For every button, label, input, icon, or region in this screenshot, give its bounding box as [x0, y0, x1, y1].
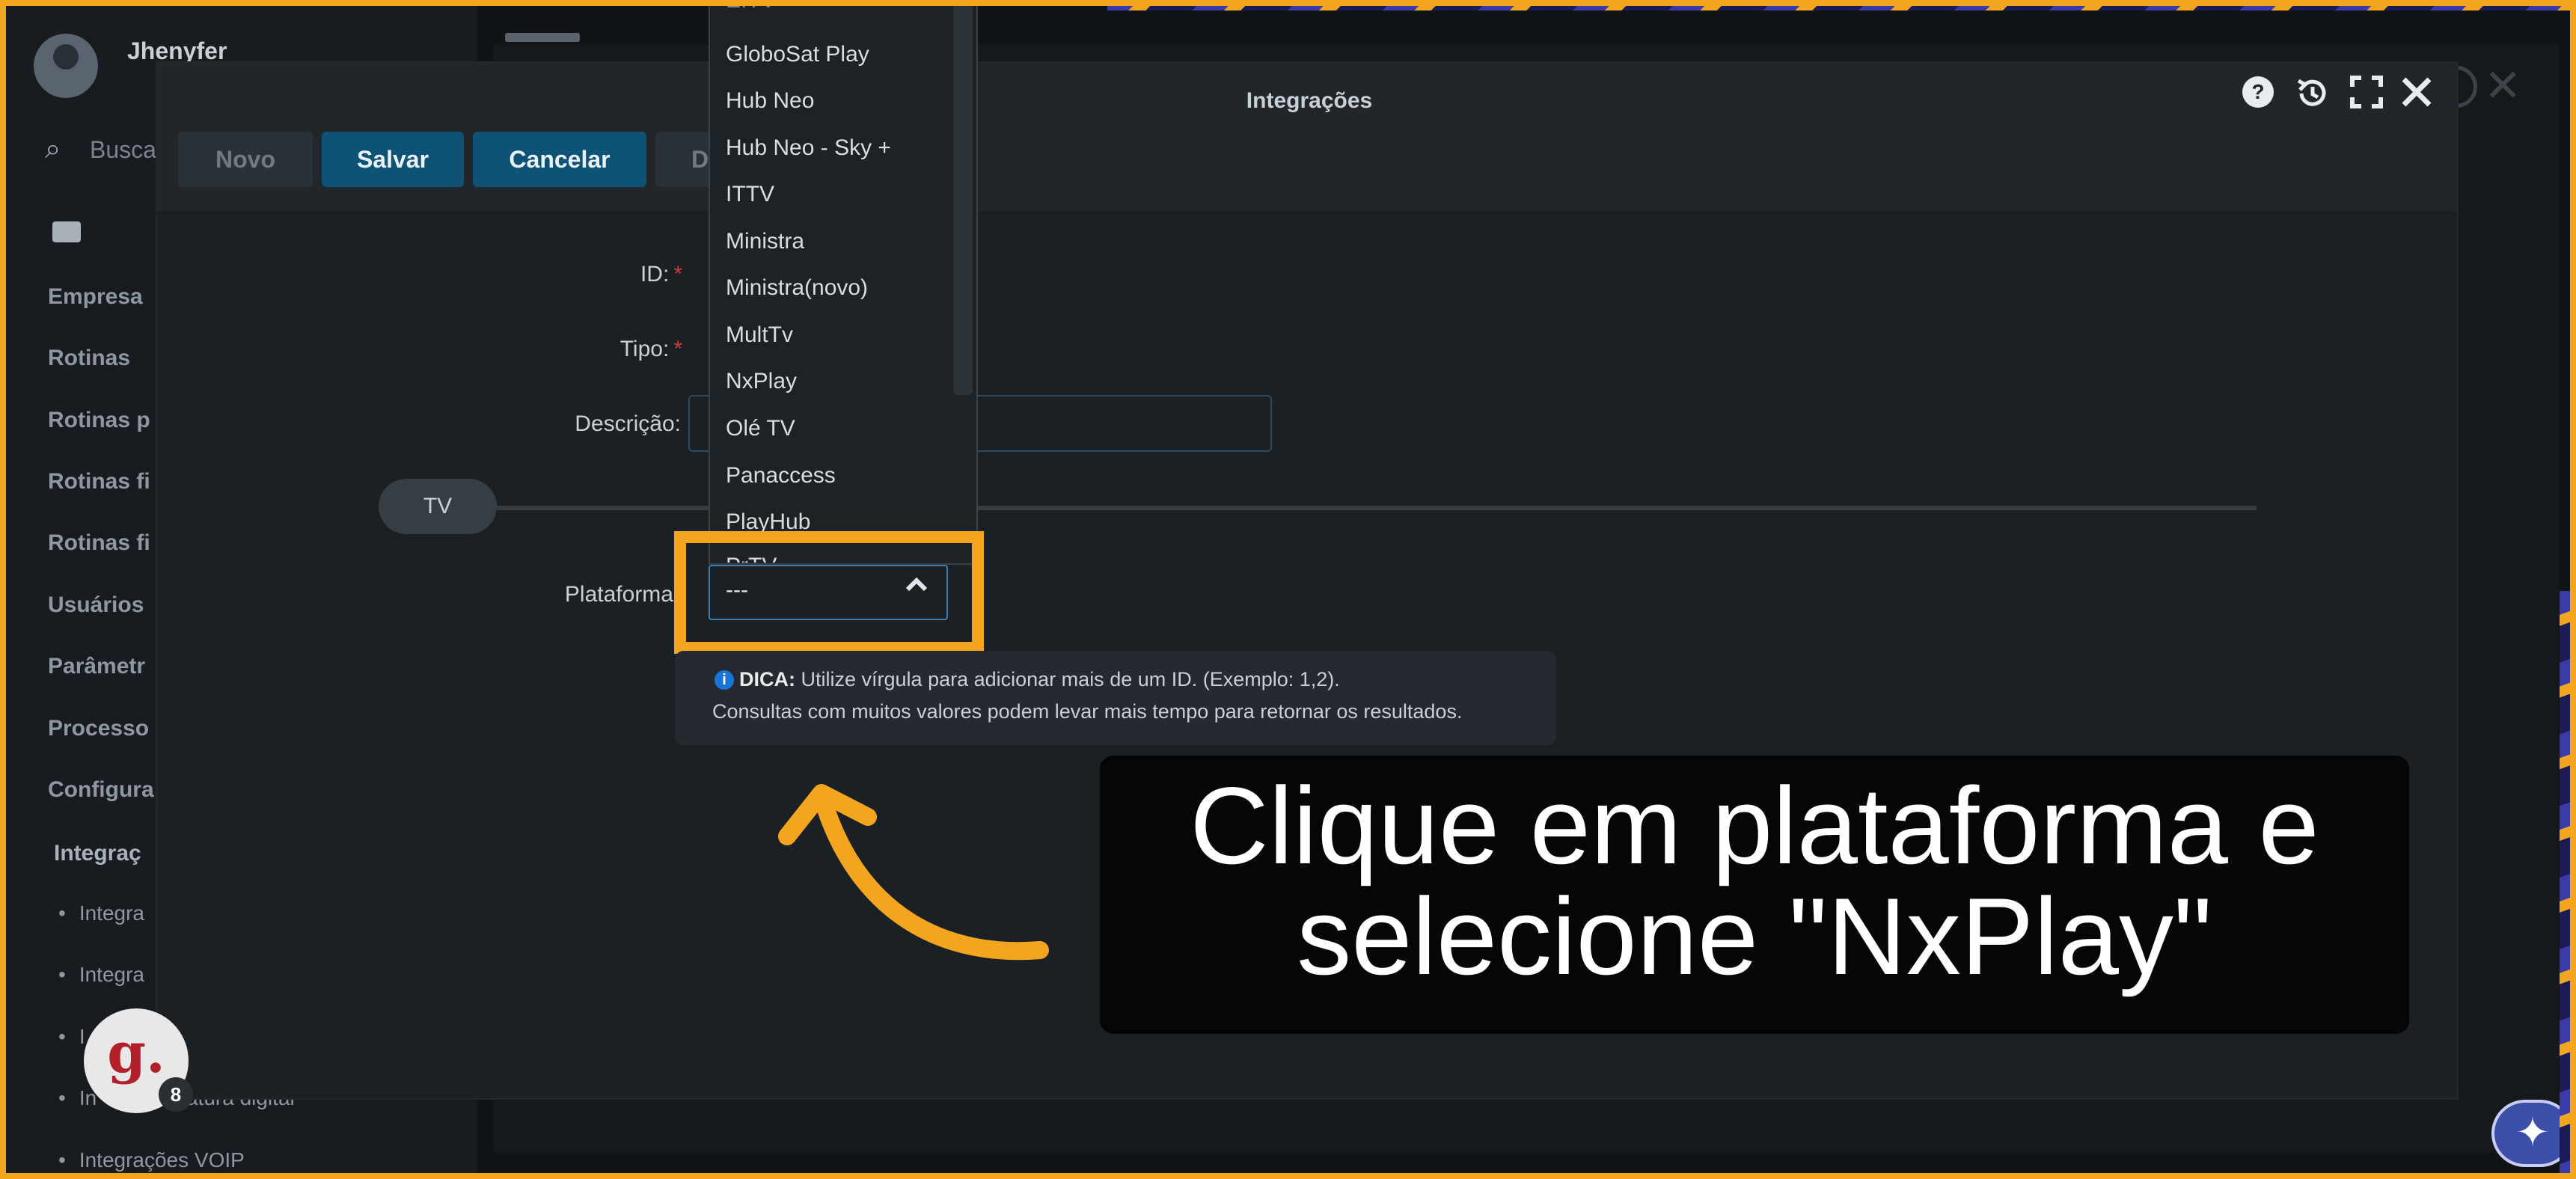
menu-icon[interactable]: [52, 221, 81, 242]
dropdown-option[interactable]: EITV: [726, 0, 776, 13]
svg-text:?: ?: [2251, 80, 2264, 103]
dropdown-option[interactable]: Ministra: [726, 229, 804, 254]
notification-count-badge: 8: [159, 1077, 193, 1112]
dropdown-option[interactable]: Olé TV: [726, 416, 795, 441]
sidebar-item-empresa[interactable]: Empresa: [48, 284, 143, 310]
decorative-border-right: [2560, 591, 2576, 1179]
dropdown-option[interactable]: ITTV: [726, 182, 774, 207]
close-icon[interactable]: [2399, 75, 2434, 118]
novo-button[interactable]: Novo: [178, 132, 313, 187]
dropdown-option[interactable]: Hub Neo: [726, 88, 814, 114]
plataforma-label: Plataforma: [564, 582, 673, 607]
sidebar-search-input[interactable]: Busca: [90, 136, 156, 164]
save-button[interactable]: Salvar: [322, 132, 464, 187]
sidebar-item-rotinas[interactable]: Rotinas: [48, 346, 130, 371]
dropdown-option[interactable]: GloboSat Play: [726, 42, 869, 67]
tip-box: [675, 651, 1556, 745]
dropdown-option[interactable]: MultTv: [726, 322, 793, 348]
sidebar-item-rotinas-p[interactable]: Rotinas p: [48, 408, 150, 433]
sidebar-item-parametros[interactable]: Parâmetr: [48, 654, 145, 679]
decorative-border-top: [1107, 0, 2576, 10]
background-bar: [505, 33, 580, 42]
dropdown-option[interactable]: Panaccess: [726, 463, 836, 489]
dropdown-option-nxplay[interactable]: NxPlay: [726, 369, 797, 394]
id-label: ID: *: [640, 262, 682, 287]
highlight-box: [674, 531, 984, 654]
sidebar-subitem[interactable]: Integra: [58, 901, 144, 925]
help-icon[interactable]: ?: [2241, 75, 2275, 118]
fullscreen-icon[interactable]: [2349, 75, 2384, 118]
sidebar-item-rotinas-fi-1[interactable]: Rotinas fi: [48, 469, 150, 494]
dropdown-option[interactable]: Ministra(novo): [726, 275, 868, 301]
modal-title: Integrações: [1246, 88, 1373, 113]
user-name: Jhenyfer: [127, 37, 227, 64]
sidebar-item-usuarios[interactable]: Usuários: [48, 592, 144, 618]
sidebar-item-integracoes[interactable]: Integraç: [54, 841, 141, 866]
info-icon: i: [715, 670, 734, 690]
sidebar-subitem[interactable]: Integra: [58, 963, 144, 987]
instruction-text: Clique em plataforma e selecione "NxPlay…: [1190, 765, 2319, 997]
cancel-button[interactable]: Cancelar: [473, 132, 646, 187]
sidebar-subitem[interactable]: I: [58, 1025, 85, 1049]
sidebar-item-configuracoes[interactable]: Configura: [48, 777, 154, 803]
avatar[interactable]: [34, 34, 98, 98]
tab-tv[interactable]: TV: [379, 479, 497, 534]
descricao-label: Descrição:: [575, 411, 681, 436]
tip-line-1: DICA: Utilize vírgula para adicionar mai…: [739, 668, 1340, 690]
history-icon[interactable]: [2294, 75, 2331, 121]
tipo-label: Tipo: *: [619, 337, 682, 361]
dropdown-scrollbar[interactable]: [953, 0, 973, 395]
curved-arrow-icon: [778, 784, 1049, 961]
background-close-icon: ✕: [2484, 61, 2522, 111]
dropdown-option[interactable]: Hub Neo - Sky +: [726, 135, 891, 161]
tip-line-2: Consultas com muitos valores podem levar…: [712, 700, 1463, 723]
sidebar-item-processos[interactable]: Processo: [48, 716, 149, 741]
sidebar-subitem-voip[interactable]: Integrações VOIP: [58, 1148, 245, 1172]
search-icon[interactable]: ⌕: [45, 133, 61, 165]
sidebar-item-rotinas-fi-2[interactable]: Rotinas fi: [48, 530, 150, 556]
